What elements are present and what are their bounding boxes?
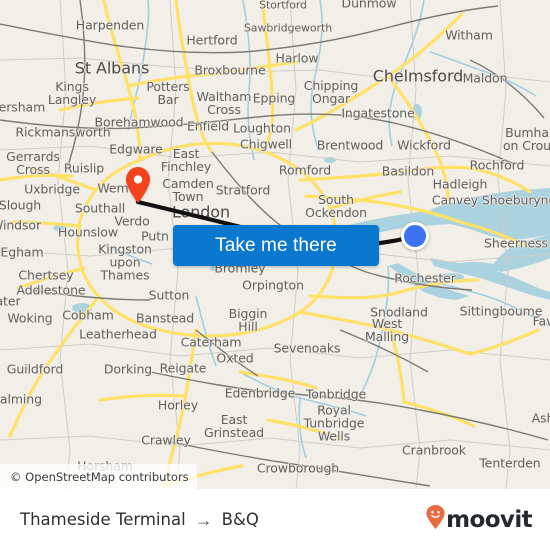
moovit-pin-icon (426, 505, 445, 534)
trip-origin-label: Thameside Terminal (20, 510, 186, 529)
map-canvas[interactable]: Harpenden Hertford Sawbridgeworth Stortford… (0, 0, 550, 489)
moovit-trip-card: Harpenden Hertford Sawbridgeworth Stortford… (0, 0, 550, 550)
trip-destination-label: B&Q (221, 510, 259, 529)
moovit-logo[interactable]: moovit (426, 505, 533, 534)
attribution-text: © OpenStreetMap contributors (10, 469, 189, 484)
moovit-wordmark: moovit (446, 506, 532, 533)
origin-pin[interactable] (125, 167, 151, 203)
map-attribution[interactable]: © OpenStreetMap contributors (0, 464, 197, 489)
trip-footer: Thameside Terminal → B&Q moovit (0, 489, 550, 550)
map-pin-icon (126, 167, 150, 203)
arrow-right-icon: → (194, 509, 213, 530)
take-me-there-button[interactable]: Take me there (173, 225, 379, 266)
trip-summary: Thameside Terminal → B&Q (20, 510, 426, 529)
destination-dot[interactable] (401, 222, 429, 250)
